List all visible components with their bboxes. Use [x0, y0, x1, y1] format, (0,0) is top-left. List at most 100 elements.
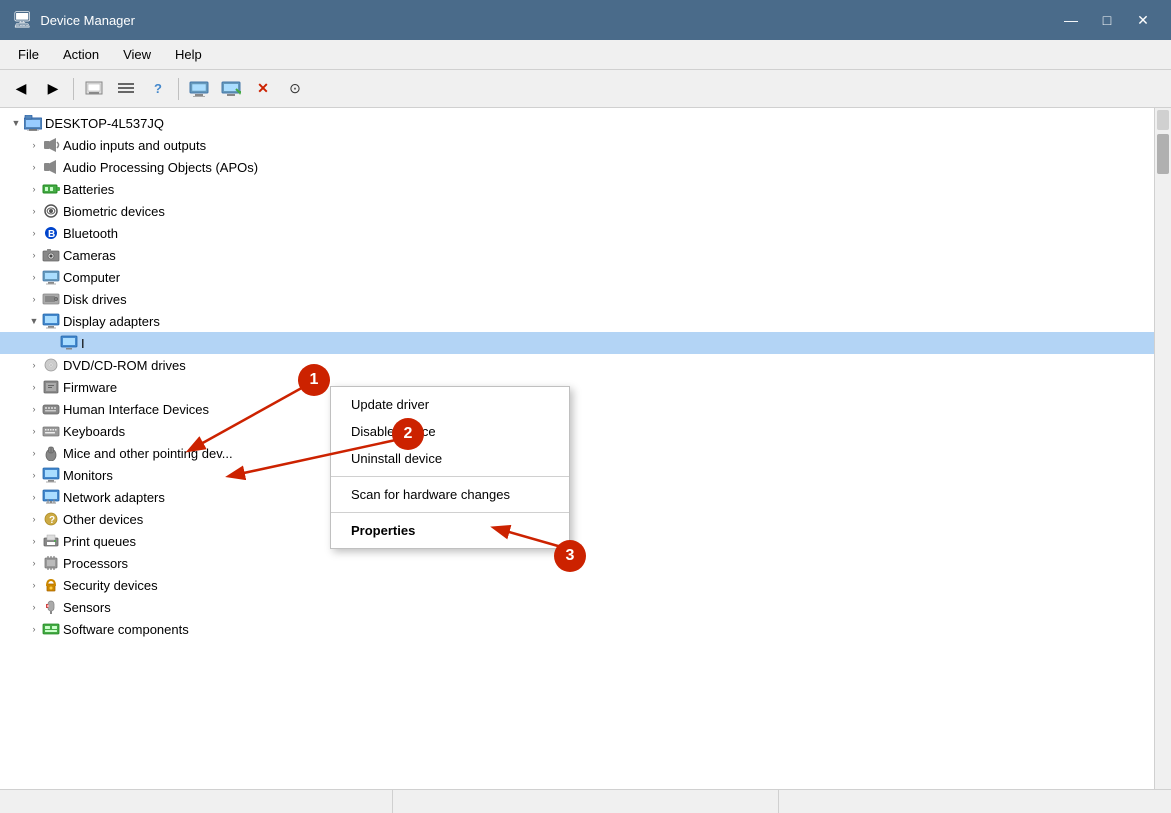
print-expand-icon[interactable]: › [26, 533, 42, 549]
disk-expand-icon[interactable]: › [26, 291, 42, 307]
sensors-expand-icon[interactable]: › [26, 599, 42, 615]
network-expand-icon[interactable]: › [26, 489, 42, 505]
back-button[interactable]: ◀ [6, 75, 36, 103]
device-tree[interactable]: ▼ DESKTOP-4L537JQ › Audio inputs and out… [0, 108, 1154, 789]
display-child-label: I [81, 336, 85, 351]
status-bar [0, 789, 1171, 813]
maximize-button[interactable]: □ [1091, 6, 1123, 34]
firmware-icon [42, 378, 60, 396]
tree-item-firmware[interactable]: › Firmware [0, 376, 1154, 398]
biometric-expand-icon[interactable]: › [26, 203, 42, 219]
mice-expand-icon[interactable]: › [26, 445, 42, 461]
processors-label: Processors [63, 556, 128, 571]
batteries-expand-icon[interactable]: › [26, 181, 42, 197]
close-button[interactable]: ✕ [1127, 6, 1159, 34]
bluetooth-label: Bluetooth [63, 226, 118, 241]
cameras-expand-icon[interactable]: › [26, 247, 42, 263]
dvd-expand-icon[interactable]: › [26, 357, 42, 373]
mice-icon [42, 444, 60, 462]
tree-item-processors[interactable]: › Processors [0, 552, 1154, 574]
tree-item-audio[interactable]: › Audio inputs and outputs [0, 134, 1154, 156]
keyboards-label: Keyboards [63, 424, 125, 439]
tree-item-keyboards[interactable]: › Keyboards [0, 420, 1154, 442]
tree-item-network[interactable]: › Network adapters [0, 486, 1154, 508]
biometric-icon [42, 202, 60, 220]
menu-help[interactable]: Help [165, 43, 212, 66]
tree-item-apo[interactable]: › Audio Processing Objects (APOs) [0, 156, 1154, 178]
ctx-update-driver[interactable]: Update driver [331, 391, 569, 418]
other-expand-icon[interactable]: › [26, 511, 42, 527]
mice-label: Mice and other pointing dev... [63, 446, 233, 461]
tree-item-display-child[interactable]: I [0, 332, 1154, 354]
tree-item-print[interactable]: › Print queues [0, 530, 1154, 552]
toolbar: ◀ ▶ ? ✕ ⊙ [0, 70, 1171, 108]
remove-button[interactable]: ✕ [248, 75, 278, 103]
computer-button[interactable] [184, 75, 214, 103]
firmware-expand-icon[interactable]: › [26, 379, 42, 395]
display-expand-icon[interactable]: ▼ [26, 313, 42, 329]
tree-item-dvd[interactable]: › DVD/CD-ROM drives [0, 354, 1154, 376]
tree-item-hid[interactable]: › Human Interface Devices [0, 398, 1154, 420]
minimize-button[interactable]: — [1055, 6, 1087, 34]
audio-expand-icon[interactable]: › [26, 137, 42, 153]
computer-expand-icon[interactable]: › [26, 269, 42, 285]
ctx-scan-hardware[interactable]: Scan for hardware changes [331, 481, 569, 508]
tree-item-disk[interactable]: › Disk drives [0, 288, 1154, 310]
tree-item-computer[interactable]: › Computer [0, 266, 1154, 288]
tree-item-other[interactable]: › ? Other devices [0, 508, 1154, 530]
computer-label: Computer [63, 270, 120, 285]
sensors-label: Sensors [63, 600, 111, 615]
batteries-icon [42, 180, 60, 198]
keyboards-expand-icon[interactable]: › [26, 423, 42, 439]
tree-item-software[interactable]: › Software components [0, 618, 1154, 640]
forward-button[interactable]: ▶ [38, 75, 68, 103]
root-icon [24, 114, 42, 132]
audio-label: Audio inputs and outputs [63, 138, 206, 153]
vertical-scrollbar[interactable] [1154, 108, 1171, 789]
audio-icon [42, 136, 60, 154]
bluetooth-expand-icon[interactable]: › [26, 225, 42, 241]
monitors-expand-icon[interactable]: › [26, 467, 42, 483]
properties-button[interactable] [79, 75, 109, 103]
tree-item-batteries[interactable]: › Batteries [0, 178, 1154, 200]
menu-file[interactable]: File [8, 43, 49, 66]
bluetooth-icon: B [42, 224, 60, 242]
security-expand-icon[interactable]: › [26, 577, 42, 593]
menu-action[interactable]: Action [53, 43, 109, 66]
root-label: DESKTOP-4L537JQ [45, 116, 164, 131]
network-icon [42, 488, 60, 506]
help-button[interactable]: ? [143, 75, 173, 103]
tree-item-monitors[interactable]: › Monitors [0, 464, 1154, 486]
tree-item-sensors[interactable]: › Sensors [0, 596, 1154, 618]
tree-item-cameras[interactable]: › Cameras [0, 244, 1154, 266]
tree-item-display[interactable]: ▼ Display adapters [0, 310, 1154, 332]
hid-expand-icon[interactable]: › [26, 401, 42, 417]
ctx-uninstall-device[interactable]: Uninstall device [331, 445, 569, 472]
tree-item-mice[interactable]: › Mice and other pointing dev... [0, 442, 1154, 464]
status-text [8, 790, 393, 813]
tree-item-biometric[interactable]: › Biometric devices [0, 200, 1154, 222]
update-button[interactable]: ⊙ [280, 75, 310, 103]
ctx-sep-1 [331, 476, 569, 477]
scan-button[interactable] [216, 75, 246, 103]
tree-root[interactable]: ▼ DESKTOP-4L537JQ [0, 112, 1154, 134]
ctx-properties[interactable]: Properties [331, 517, 569, 544]
print-label: Print queues [63, 534, 136, 549]
status-segment-2 [393, 790, 778, 813]
processors-expand-icon[interactable]: › [26, 555, 42, 571]
dvd-label: DVD/CD-ROM drives [63, 358, 186, 373]
software-expand-icon[interactable]: › [26, 621, 42, 637]
toolbar-sep-1 [73, 78, 74, 100]
tree-item-security[interactable]: › Security devices [0, 574, 1154, 596]
network-label: Network adapters [63, 490, 165, 505]
window: 🖥 Device Manager — □ ✕ File Action View … [0, 0, 1171, 813]
root-expand-icon[interactable]: ▼ [8, 115, 24, 131]
apo-expand-icon[interactable]: › [26, 159, 42, 175]
context-menu: Update driver Disable device Uninstall d… [330, 386, 570, 549]
tree-item-bluetooth[interactable]: › B Bluetooth [0, 222, 1154, 244]
ctx-disable-device[interactable]: Disable device [331, 418, 569, 445]
keyboards-icon [42, 422, 60, 440]
svg-text:?: ? [49, 515, 55, 526]
view-button[interactable] [111, 75, 141, 103]
menu-view[interactable]: View [113, 43, 161, 66]
